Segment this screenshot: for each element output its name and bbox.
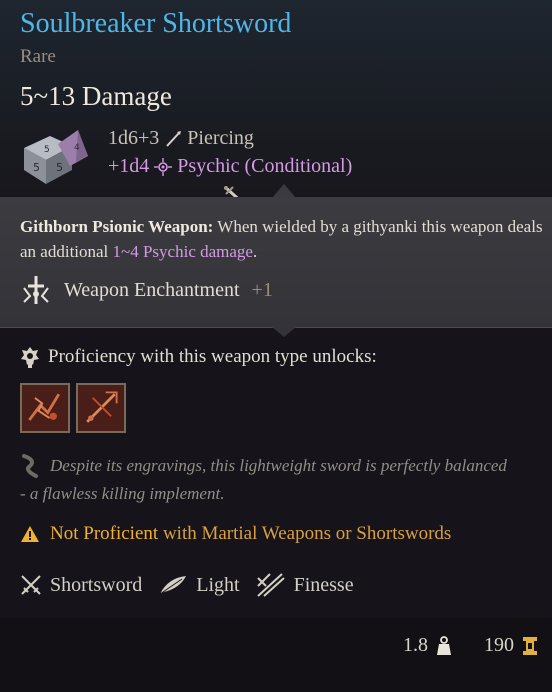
item-header: Soulbreaker Shortsword Rare 5~13 Damage …: [0, 0, 552, 196]
weapon-enchantment: Weapon Enchantment +1: [20, 274, 273, 306]
svg-text:5: 5: [56, 161, 63, 174]
passive-description: Githborn Psionic Weapon: When wielded by…: [20, 214, 548, 264]
damage-dice-2: +1d4: [108, 155, 150, 177]
item-footer: 1.8 190: [0, 618, 552, 692]
passive-text-after: .: [252, 242, 258, 261]
weight-value: 1.8: [403, 634, 428, 656]
proficiency-line: Proficiency with this weapon type unlock…: [20, 345, 377, 369]
proficiency-actions: [20, 383, 126, 433]
tooltip-pointer-top: [272, 184, 296, 198]
svg-text:4: 4: [74, 143, 80, 153]
item-rarity: Rare: [20, 46, 56, 67]
footer-values: 1.8 190: [403, 634, 538, 657]
svg-text:5: 5: [33, 161, 40, 174]
property-label-finesse: Finesse: [293, 573, 354, 596]
feather-icon: [159, 576, 187, 595]
lore-text: Despite its engravings, this lightweight…: [20, 452, 548, 508]
tooltip-pointer-bottom: [272, 327, 296, 337]
enchantment-label: Weapon Enchantment: [64, 278, 240, 301]
gold-value: 190: [484, 634, 514, 656]
proficiency-warning: Not Proficient with Martial Weapons or S…: [20, 523, 451, 545]
property-label-light: Light: [196, 573, 240, 596]
passive-title: Githborn Psionic Weapon:: [20, 217, 214, 236]
damage-type-1: Piercing: [187, 127, 254, 149]
damage-type-2: Psychic (Conditional): [177, 155, 353, 177]
passive-highlight: 1~4 Psychic damage: [112, 242, 253, 261]
damage-range: 5~13 Damage: [20, 81, 172, 111]
enchantment-value: +1: [251, 278, 273, 301]
gold-icon: [523, 636, 537, 655]
warning-icon: [21, 526, 39, 542]
proficiency-label: Proficiency with this weapon type unlock…: [48, 346, 377, 367]
passive-panel: Githborn Psionic Weapon: When wielded by…: [0, 197, 552, 328]
piercing-icon: [166, 130, 182, 147]
lore-line-2: - a flawless killing implement.: [20, 484, 225, 503]
dice-icon: 5 5 5 4: [24, 130, 88, 184]
property-finesse[interactable]: Finesse: [256, 572, 354, 598]
damage-line-1: 1d6+3 Piercing: [108, 127, 254, 150]
action-icon-1[interactable]: [20, 383, 70, 433]
quill-icon: [22, 454, 38, 478]
enchantment-icon: [23, 276, 49, 304]
item-title: Soulbreaker Shortsword: [20, 8, 292, 39]
damage-dice-1: 1d6+3: [108, 127, 160, 149]
property-light[interactable]: Light: [158, 573, 240, 597]
psychic-icon: [154, 157, 173, 176]
proficiency-icon: [21, 347, 39, 368]
action-icon-2[interactable]: [76, 383, 126, 433]
lore-line-1: Despite its engravings, this lightweight…: [50, 456, 507, 475]
weapon-properties: Shortsword Light Finesse: [20, 572, 370, 598]
property-label-shortsword: Shortsword: [50, 573, 143, 596]
warning-detail: with Martial Weapons or Shortswords: [158, 523, 452, 544]
damage-line-2: +1d4 Psychic (Conditional): [108, 155, 352, 178]
weight-icon: [437, 635, 451, 655]
crossed-swords-icon: [21, 575, 41, 595]
finesse-icon: [256, 573, 285, 597]
warning-status: Not Proficient: [50, 523, 159, 544]
svg-text:5: 5: [44, 145, 50, 155]
property-shortsword[interactable]: Shortsword: [20, 574, 142, 597]
